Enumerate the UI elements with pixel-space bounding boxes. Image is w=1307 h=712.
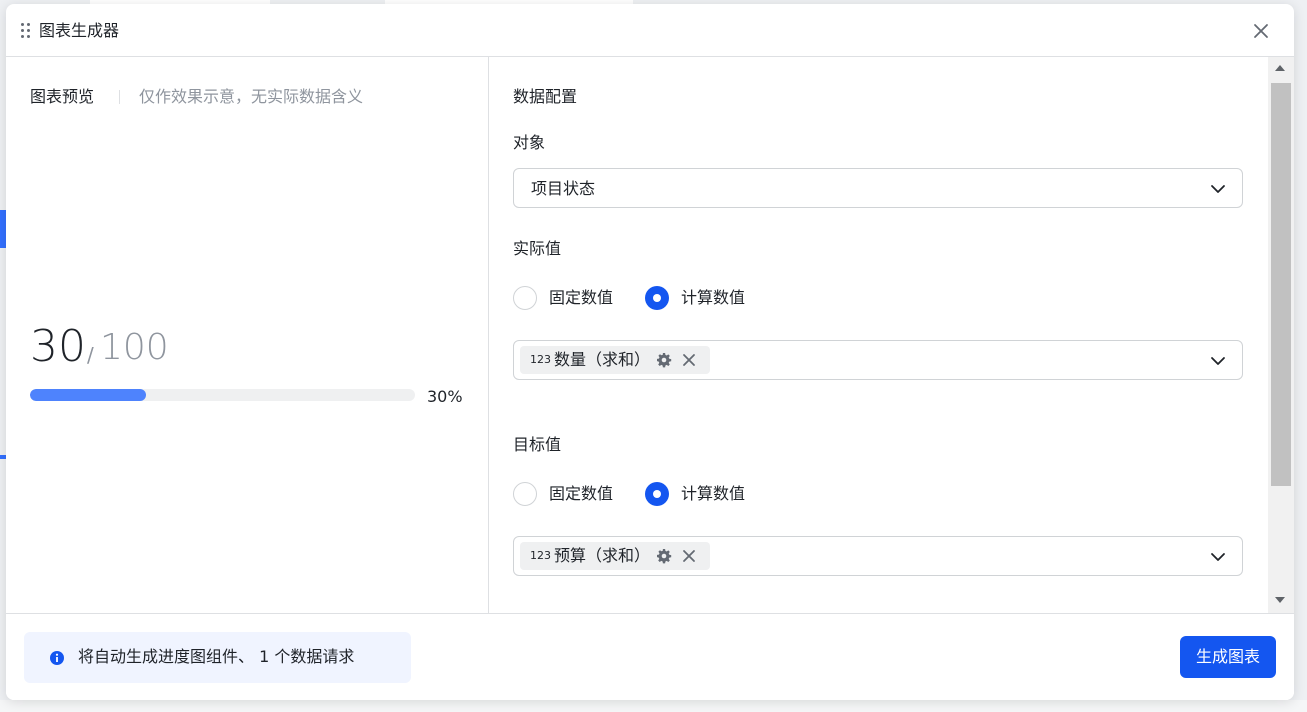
value-separator: / bbox=[87, 343, 94, 367]
info-icon bbox=[50, 651, 64, 665]
target-computed-label[interactable]: 计算数值 bbox=[681, 483, 745, 505]
field-tag: 123 预算（求和） bbox=[520, 542, 710, 570]
target-computed-radio[interactable] bbox=[645, 482, 669, 506]
config-scrollbar[interactable] bbox=[1268, 57, 1294, 613]
divider bbox=[119, 90, 120, 104]
field-tag: 123 数量（求和） bbox=[520, 346, 710, 374]
progress-track bbox=[30, 389, 415, 401]
actual-value-label: 实际值 bbox=[513, 239, 562, 258]
chevron-down-icon bbox=[1211, 185, 1225, 193]
actual-computed-label[interactable]: 计算数值 bbox=[681, 287, 745, 309]
scrollbar-thumb[interactable] bbox=[1271, 83, 1291, 486]
target-fixed-radio[interactable] bbox=[513, 482, 537, 506]
preview-note: 仅作效果示意，无实际数据含义 bbox=[139, 87, 364, 106]
object-select[interactable]: 项目状态 bbox=[513, 168, 1243, 208]
config-pane: 数据配置 对象 项目状态 实际值 固定数值 计算数值 123 数量（求和） 目标… bbox=[489, 57, 1268, 613]
chevron-down-icon bbox=[1211, 357, 1225, 365]
actual-field-select[interactable]: 123 数量（求和） bbox=[513, 340, 1243, 380]
close-icon[interactable] bbox=[1250, 20, 1272, 42]
remove-tag-icon[interactable] bbox=[682, 353, 696, 367]
dialog-title: 图表生成器 bbox=[39, 21, 120, 40]
generate-chart-button[interactable]: 生成图表 bbox=[1180, 636, 1276, 678]
scroll-down-icon[interactable] bbox=[1275, 597, 1285, 603]
info-text: 将自动生成进度图组件、 1 个数据请求 bbox=[78, 647, 355, 666]
number-type-icon: 123 bbox=[530, 353, 551, 366]
chevron-down-icon bbox=[1211, 553, 1225, 561]
progress-fill bbox=[30, 389, 146, 401]
preview-title: 图表预览 bbox=[30, 87, 95, 106]
field-tag-label: 预算（求和） bbox=[554, 546, 651, 565]
actual-fixed-radio[interactable] bbox=[513, 286, 537, 310]
object-label: 对象 bbox=[513, 133, 546, 152]
dialog-header: 图表生成器 bbox=[6, 4, 1294, 57]
target-field-select[interactable]: 123 预算（求和） bbox=[513, 536, 1243, 576]
object-select-value: 项目状态 bbox=[531, 179, 596, 198]
scroll-up-icon[interactable] bbox=[1275, 65, 1285, 71]
dialog-footer: 将自动生成进度图组件、 1 个数据请求 生成图表 bbox=[6, 613, 1294, 700]
current-value: 30 bbox=[30, 321, 86, 372]
target-value-radio-group: 固定数值 计算数值 bbox=[513, 482, 813, 506]
gear-icon[interactable] bbox=[656, 352, 672, 368]
number-type-icon: 123 bbox=[530, 549, 551, 562]
actual-computed-radio[interactable] bbox=[645, 286, 669, 310]
actual-value-radio-group: 固定数值 计算数值 bbox=[513, 286, 813, 310]
chart-generator-dialog: 图表生成器 图表预览 仅作效果示意，无实际数据含义 30 / 100 30% 数… bbox=[6, 4, 1294, 700]
config-section-title: 数据配置 bbox=[513, 87, 578, 106]
info-banner: 将自动生成进度图组件、 1 个数据请求 bbox=[24, 632, 411, 683]
target-value-label: 目标值 bbox=[513, 435, 562, 454]
actual-fixed-label[interactable]: 固定数值 bbox=[549, 287, 613, 309]
field-tag-label: 数量（求和） bbox=[554, 350, 651, 369]
target-value: 100 bbox=[100, 327, 169, 368]
gear-icon[interactable] bbox=[656, 548, 672, 564]
progress-percent: 30% bbox=[427, 387, 463, 406]
preview-pane: 图表预览 仅作效果示意，无实际数据含义 30 / 100 30% bbox=[6, 57, 489, 613]
remove-tag-icon[interactable] bbox=[682, 549, 696, 563]
drag-handle-icon[interactable] bbox=[20, 22, 32, 40]
target-fixed-label[interactable]: 固定数值 bbox=[549, 483, 613, 505]
background-area bbox=[0, 700, 1307, 712]
